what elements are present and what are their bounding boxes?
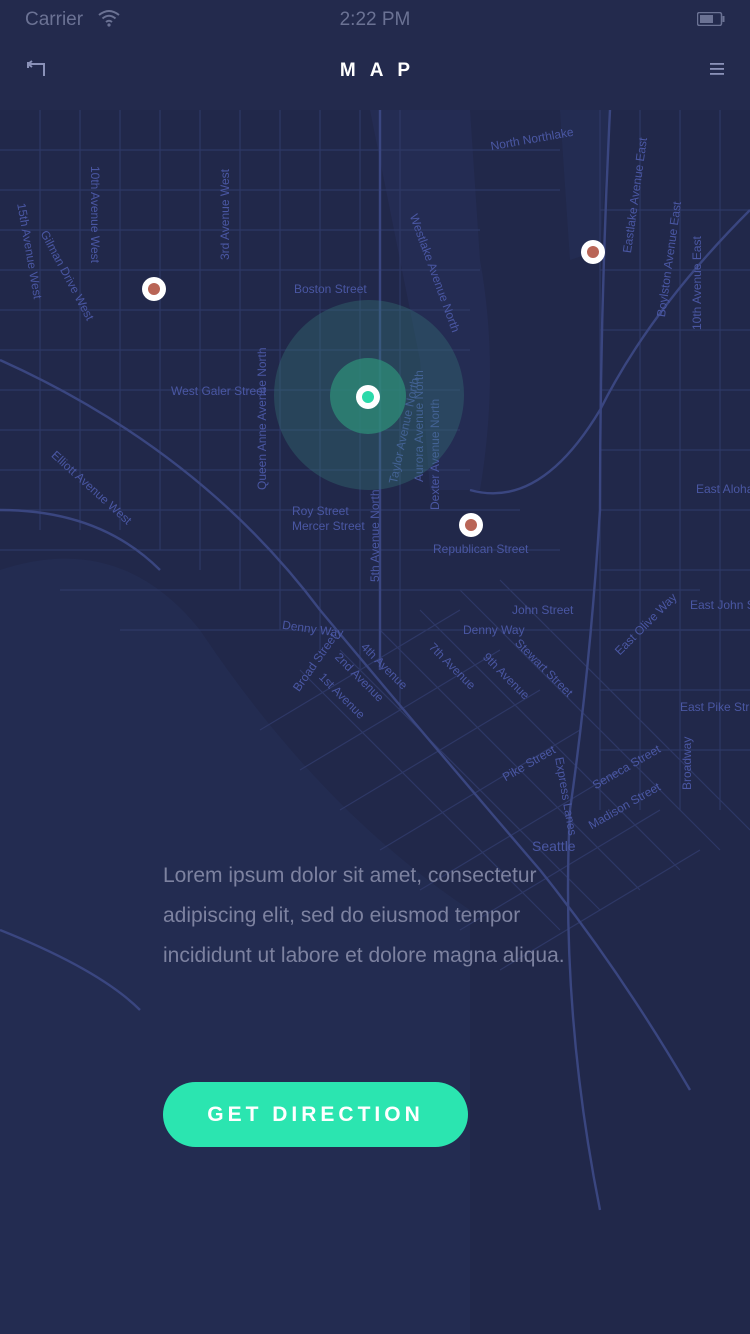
location-marker[interactable] <box>459 513 483 537</box>
location-marker[interactable] <box>581 240 605 264</box>
street-label: 3rd Avenue West <box>218 169 232 260</box>
location-marker[interactable] <box>142 277 166 301</box>
street-label: East Aloha <box>696 482 750 496</box>
status-time: 2:22 PM <box>339 9 411 30</box>
street-label: Republican Street <box>433 542 529 556</box>
street-label: Roy Street <box>292 504 349 518</box>
street-label: Mercer Street <box>292 519 365 533</box>
street-label: East John St <box>690 598 750 612</box>
street-label: Broadway <box>680 736 694 790</box>
street-label: Boston Street <box>294 282 367 296</box>
get-direction-button[interactable]: GET DIRECTION <box>163 1082 468 1147</box>
status-bar: Carrier 2:22 PM <box>0 0 750 40</box>
battery-icon <box>697 12 725 26</box>
map-view[interactable]: North Northlake Boston Street West Galer… <box>0 110 750 1334</box>
street-label: Queen Anne Avenue North <box>255 347 269 490</box>
street-label: Denny Way <box>463 623 525 637</box>
street-label: West Galer Street <box>171 384 267 398</box>
current-location-marker[interactable] <box>356 385 380 409</box>
nav-bar: MAP <box>0 40 750 110</box>
page-title: MAP <box>339 60 425 81</box>
street-label: 10th Avenue East <box>690 236 704 330</box>
map-streets <box>0 110 750 1334</box>
street-label: East Pike Str <box>680 700 750 714</box>
street-label: 5th Avenue North <box>368 489 382 582</box>
location-description: Lorem ipsum dolor sit amet, consectetur … <box>163 864 565 967</box>
street-label: John Street <box>512 603 574 617</box>
street-label: 10th Avenue West <box>88 166 102 263</box>
hamburger-menu-icon[interactable] <box>708 60 726 78</box>
street-label: Seattle <box>532 838 576 854</box>
